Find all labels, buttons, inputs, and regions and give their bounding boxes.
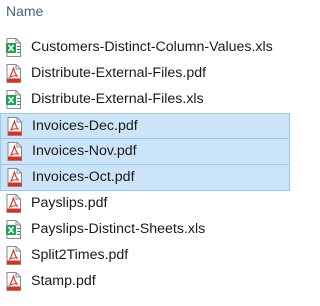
- file-row[interactable]: Invoices-Nov.pdf: [0, 139, 290, 165]
- pdf-file-icon: [7, 142, 22, 161]
- file-row[interactable]: Payslips-Distinct-Sheets.xls: [0, 217, 290, 243]
- file-name: Distribute-External-Files.xls: [31, 91, 204, 107]
- file-name: Stamp.pdf: [31, 273, 96, 289]
- file-list: Customers-Distinct-Column-Values.xls Dist…: [0, 35, 292, 295]
- file-name: Payslips.pdf: [31, 195, 108, 211]
- file-row[interactable]: Invoices-Oct.pdf: [0, 165, 290, 191]
- file-name: Distribute-External-Files.pdf: [31, 65, 207, 81]
- file-name: Invoices-Oct.pdf: [32, 169, 135, 185]
- file-row[interactable]: Invoices-Dec.pdf: [0, 113, 290, 139]
- pdf-file-icon: [6, 272, 21, 291]
- file-name: Invoices-Dec.pdf: [32, 118, 138, 134]
- pdf-file-icon: [6, 246, 21, 265]
- file-row[interactable]: Split2Times.pdf: [0, 243, 290, 269]
- file-row[interactable]: Customers-Distinct-Column-Values.xls: [0, 35, 290, 61]
- excel-file-icon: [6, 220, 21, 239]
- file-row[interactable]: Stamp.pdf: [0, 269, 290, 295]
- name-column-header[interactable]: Name: [6, 3, 43, 19]
- excel-file-icon: [6, 38, 21, 57]
- excel-file-icon: [6, 90, 21, 109]
- file-row[interactable]: Payslips.pdf: [0, 191, 290, 217]
- column-header: Name: [0, 0, 292, 26]
- file-name: Customers-Distinct-Column-Values.xls: [31, 39, 273, 55]
- file-name: Payslips-Distinct-Sheets.xls: [31, 221, 206, 237]
- file-row[interactable]: Distribute-External-Files.pdf: [0, 61, 290, 87]
- pdf-file-icon: [7, 117, 22, 136]
- file-name: Invoices-Nov.pdf: [32, 143, 137, 159]
- file-name: Split2Times.pdf: [31, 247, 129, 263]
- pdf-file-icon: [6, 194, 21, 213]
- pdf-file-icon: [7, 168, 22, 187]
- pdf-file-icon: [6, 64, 21, 83]
- file-row[interactable]: Distribute-External-Files.xls: [0, 87, 290, 113]
